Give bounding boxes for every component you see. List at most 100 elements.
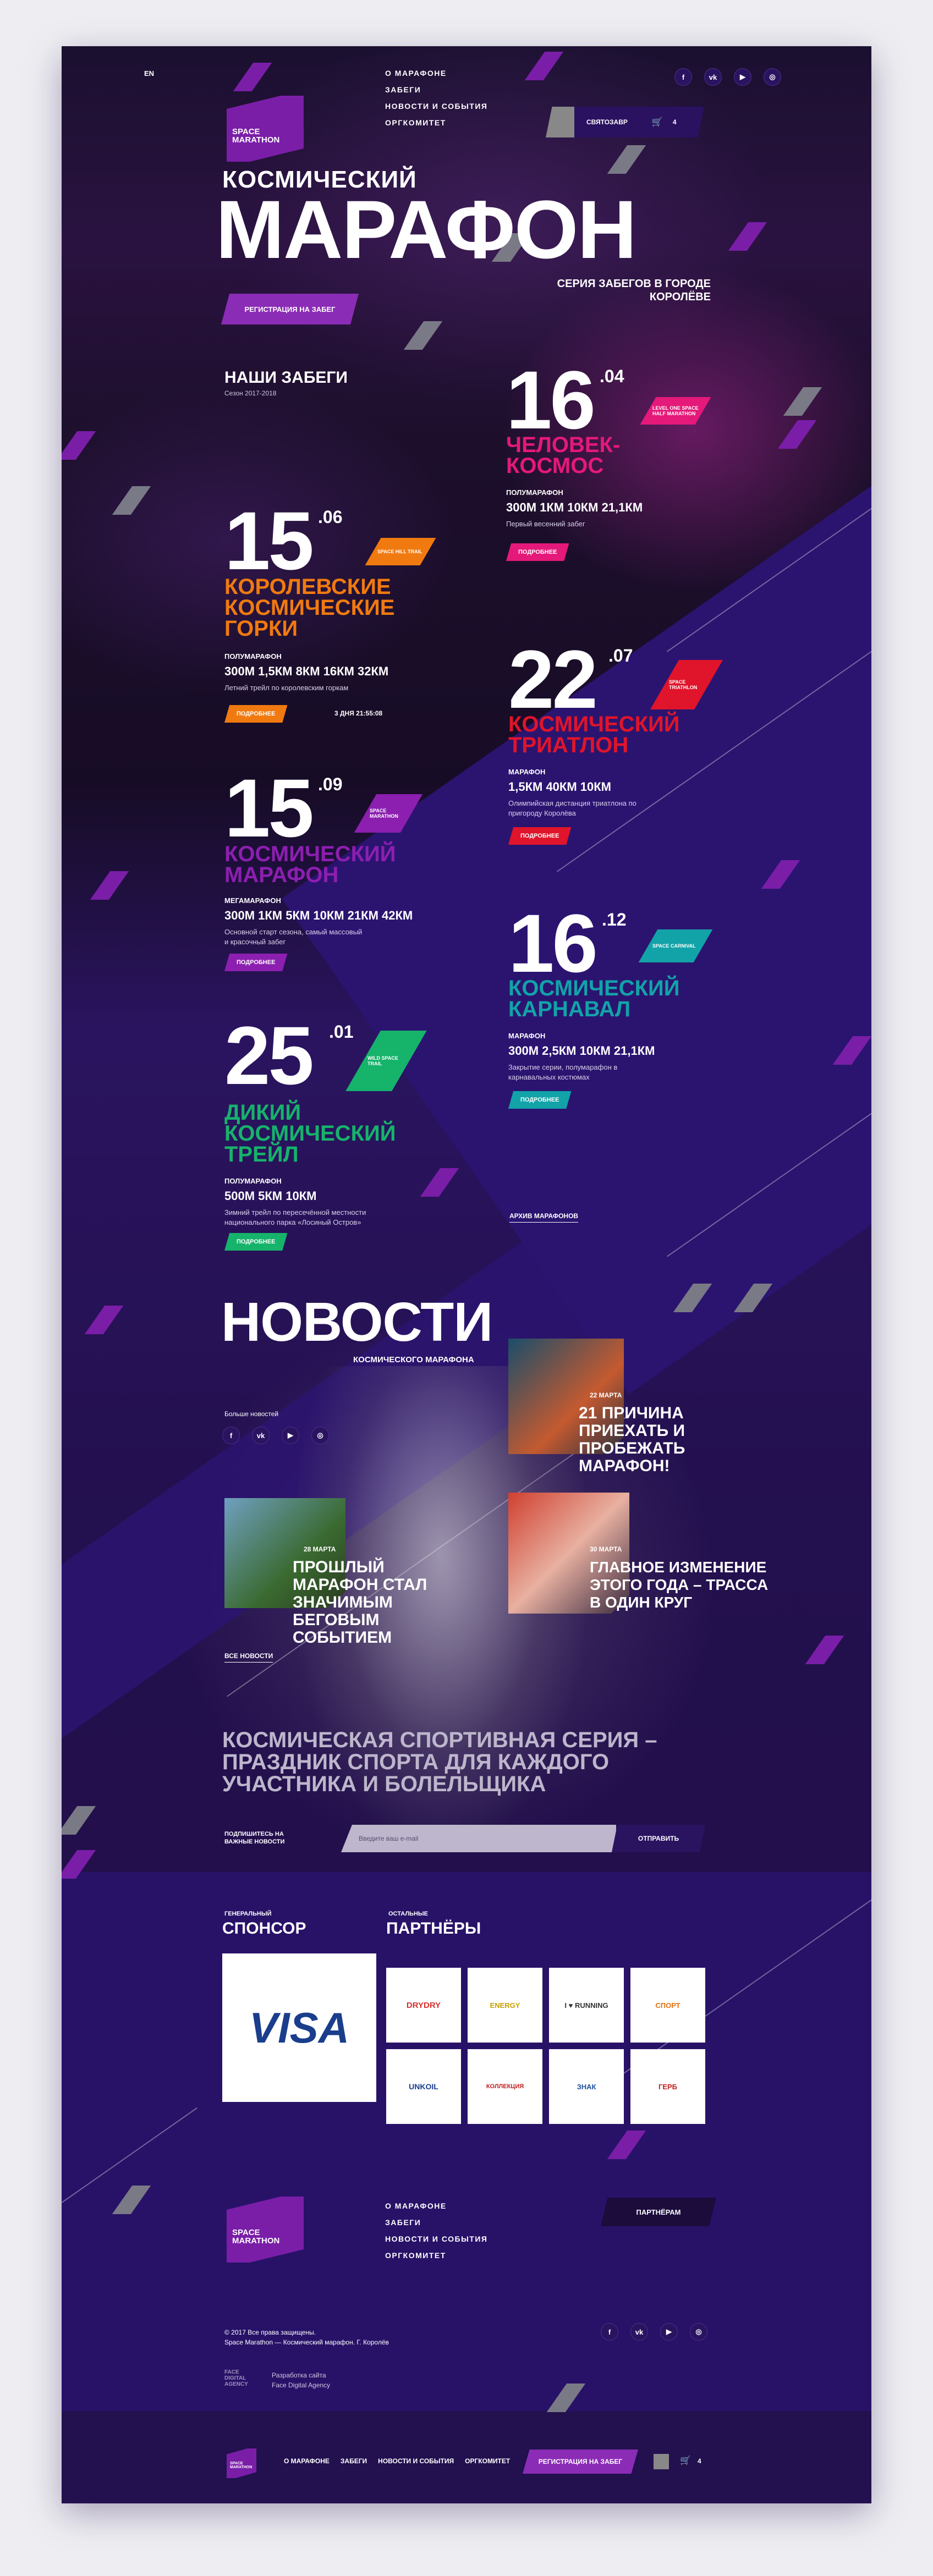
footer-nav-committee[interactable]: Оргкомитет (385, 2247, 487, 2264)
news-item-title[interactable]: 21 ПРИЧИНА ПРИЕХАТЬ И ПРОБЕЖАТЬ МАРАФОН! (579, 1405, 755, 1475)
vk-icon[interactable]: vk (704, 68, 722, 86)
races-title: НАШИ ЗАБЕГИ (224, 368, 348, 387)
race-card: 16 .12 SPACE CARNIVAL КОСМИЧЕСКИЙ КАРНАВ… (508, 897, 750, 1127)
subscribe-button[interactable]: ОТПРАВИТЬ (612, 1825, 705, 1852)
race-card: 15 .09 SPACE MARATHON КОСМИЧЕСКИЙ МАРАФО… (224, 767, 478, 1003)
footer-nav-races[interactable]: Забеги (385, 2214, 487, 2231)
facebook-icon[interactable]: f (601, 2323, 618, 2341)
race-type: ПОЛУМАРАФОН (224, 652, 282, 660)
instagram-icon[interactable]: ◎ (311, 1427, 329, 1444)
user-name[interactable]: СВЯТОЗАВР (586, 118, 628, 126)
sticky-nav-committee[interactable]: ОРГКОМИТЕТ (465, 2457, 510, 2465)
copyright-line2: Space Marathon — Космический марафон. Г.… (224, 2338, 389, 2346)
race-title: ДИКИЙ КОСМИЧЕСКИЙ ТРЕЙЛ (224, 1100, 396, 1166)
footer-nav-news[interactable]: Новости и события (385, 2231, 487, 2247)
race-month: .09 (318, 774, 343, 794)
race-type: МАРАФОН (508, 768, 546, 776)
instagram-icon[interactable]: ◎ (764, 68, 781, 86)
race-card: 16 .04 LEVEL ONE SPACE HALF MARATHON ЧЕЛ… (506, 359, 737, 562)
logo-line2: MARATHON (232, 2236, 280, 2245)
race-details-button[interactable]: ПОДРОБНЕЕ (224, 954, 288, 971)
sticky-avatar[interactable] (654, 2454, 669, 2469)
race-details-button[interactable]: ПОДРОБНЕЕ (506, 543, 569, 561)
logo-line1: SPACE (232, 127, 260, 136)
race-desc: Основной старт сезона, самый массовый и … (224, 928, 363, 946)
race-month: .04 (600, 366, 624, 386)
news-date: 28 МАРТА (304, 1545, 336, 1553)
nav-races[interactable]: Забеги (385, 81, 487, 98)
news-date: 22 МАРТА (590, 1391, 622, 1399)
dev-logo[interactable]: FACE DIGITAL AGENCY (224, 2369, 255, 2387)
news-item-title[interactable]: ГЛАВНОЕ ИЗМЕНЕНИЕ ЭТОГО ГОДА – ТРАССА В … (590, 1559, 777, 1611)
partner-logo[interactable]: I ♥ RUNNING (549, 1968, 624, 2043)
news-title: НОВОСТИ (221, 1291, 493, 1353)
race-distances: 300М 2,5КМ 10КМ 21,1КМ (508, 1044, 655, 1058)
youtube-icon[interactable]: ▶ (660, 2323, 678, 2341)
instagram-icon[interactable]: ◎ (690, 2323, 707, 2341)
partner-logo[interactable]: ENERGY (468, 1968, 542, 2043)
user-panel[interactable]: СВЯТОЗАВР 🛒 4 (546, 107, 704, 137)
sticky-logo[interactable]: SPACE MARATHON (227, 2448, 256, 2478)
footer-nav-about[interactable]: О марафоне (385, 2198, 487, 2214)
race-details-button[interactable]: ПОДРОБНЕЕ (508, 827, 572, 845)
sticky-register-button[interactable]: РЕГИСТРАЦИЯ НА ЗАБЕГ (523, 2450, 638, 2474)
hero-register-button[interactable]: РЕГИСТРАЦИЯ НА ЗАБЕГ (221, 294, 359, 324)
news-date: 30 МАРТА (590, 1545, 622, 1553)
all-news-link[interactable]: ВСЕ НОВОСТИ (224, 1652, 273, 1663)
footer-social: f vk ▶ ◎ (601, 2323, 707, 2341)
partner-logo[interactable]: DRYDRY (386, 1968, 461, 2043)
race-month: .06 (318, 507, 343, 527)
race-type: МЕГАМАРАФОН (224, 896, 281, 905)
youtube-icon[interactable]: ▶ (282, 1427, 299, 1444)
partner-logo[interactable]: КОЛЛЕКЦИЯ (468, 2049, 542, 2124)
nav-about[interactable]: О марафоне (385, 65, 487, 81)
nav-news[interactable]: Новости и события (385, 98, 487, 114)
partner-logo[interactable]: UNKOIL (386, 2049, 461, 2124)
race-distances: 1,5КМ 40КМ 10КМ (508, 780, 612, 794)
race-title: КОСМИЧЕСКИЙ КАРНАВАЛ (508, 976, 680, 1021)
sticky-nav-news[interactable]: НОВОСТИ И СОБЫТИЯ (378, 2457, 454, 2465)
youtube-icon[interactable]: ▶ (734, 68, 751, 86)
logo-line1: SPACE (230, 2462, 243, 2465)
vk-icon[interactable]: vk (630, 2323, 648, 2341)
news-item-title[interactable]: ПРОШЛЫЙ МАРАФОН СТАЛ ЗНАЧИМЫМ БЕГОВЫМ СО… (293, 1559, 469, 1647)
sticky-nav-about[interactable]: О МАРАФОНЕ (284, 2457, 330, 2465)
visa-logo[interactable]: VISA (222, 1953, 376, 2102)
race-distances: 500М 5КМ 10КМ (224, 1189, 317, 1203)
race-title: КОРОЛЕВСКИЕ КОСМИЧЕСКИЕ ГОРКИ (224, 575, 395, 641)
archive-link[interactable]: АРХИВ МАРАФОНОВ (509, 1212, 579, 1223)
race-day: 16 (508, 897, 598, 989)
dev-line2[interactable]: Face Digital Agency (272, 2381, 330, 2389)
race-distances: 300М 1,5КМ 8КМ 16КМ 32КМ (224, 664, 389, 678)
facebook-icon[interactable]: f (674, 68, 692, 86)
logo-line2: MARATHON (230, 2465, 253, 2469)
race-type: ПОЛУМАРАФОН (506, 488, 563, 497)
partners-button[interactable]: ПАРТНЁРАМ (601, 2198, 716, 2226)
general-sponsor-title: СПОНСОР (222, 1919, 306, 1937)
race-details-button[interactable]: ПОДРОБНЕЕ (224, 1233, 288, 1251)
vk-icon[interactable]: vk (252, 1427, 270, 1444)
email-input[interactable]: Введите ваш e-mail (341, 1825, 616, 1852)
header-social: f vk ▶ ◎ (674, 68, 781, 86)
copyright-line1: © 2017 Все права защищены. (224, 2329, 316, 2336)
partner-logo[interactable]: СПОРТ (630, 1968, 705, 2043)
news-social: f vk ▶ ◎ (222, 1427, 329, 1444)
general-sponsor-small: ГЕНЕРАЛЬНЫЙ (224, 1911, 272, 1917)
logo-line1: SPACE (232, 2228, 260, 2237)
facebook-icon[interactable]: f (222, 1427, 240, 1444)
sticky-nav-races[interactable]: ЗАБЕГИ (341, 2457, 367, 2465)
race-details-button[interactable]: ПОДРОБНЕЕ (508, 1091, 572, 1109)
race-details-button[interactable]: ПОДРОБНЕЕ (224, 705, 288, 723)
main-nav: О марафоне Забеги Новости и события Оргк… (385, 65, 487, 131)
sticky-cart-icon[interactable]: 🛒 (680, 2455, 691, 2466)
partner-logo[interactable]: ЗНАК (549, 2049, 624, 2124)
nav-committee[interactable]: Оргкомитет (385, 114, 487, 131)
landing-page: EN SPACE MARATHON О марафоне Забеги Ново… (62, 46, 871, 2503)
partners-title: ПАРТНЁРЫ (386, 1919, 481, 1937)
race-desc: Летний трейл по королевским горкам (224, 684, 349, 692)
partner-logo[interactable]: ГЕРБ (630, 2049, 705, 2124)
cart-icon[interactable]: 🛒 (652, 117, 663, 128)
lang-switch[interactable]: EN (144, 69, 154, 78)
race-card: 25 .01 WILD SPACE TRAIL ДИКИЙ КОСМИЧЕСКИ… (224, 1014, 478, 1251)
race-distances: 300М 1КМ 10КМ 21,1КМ (506, 500, 643, 514)
